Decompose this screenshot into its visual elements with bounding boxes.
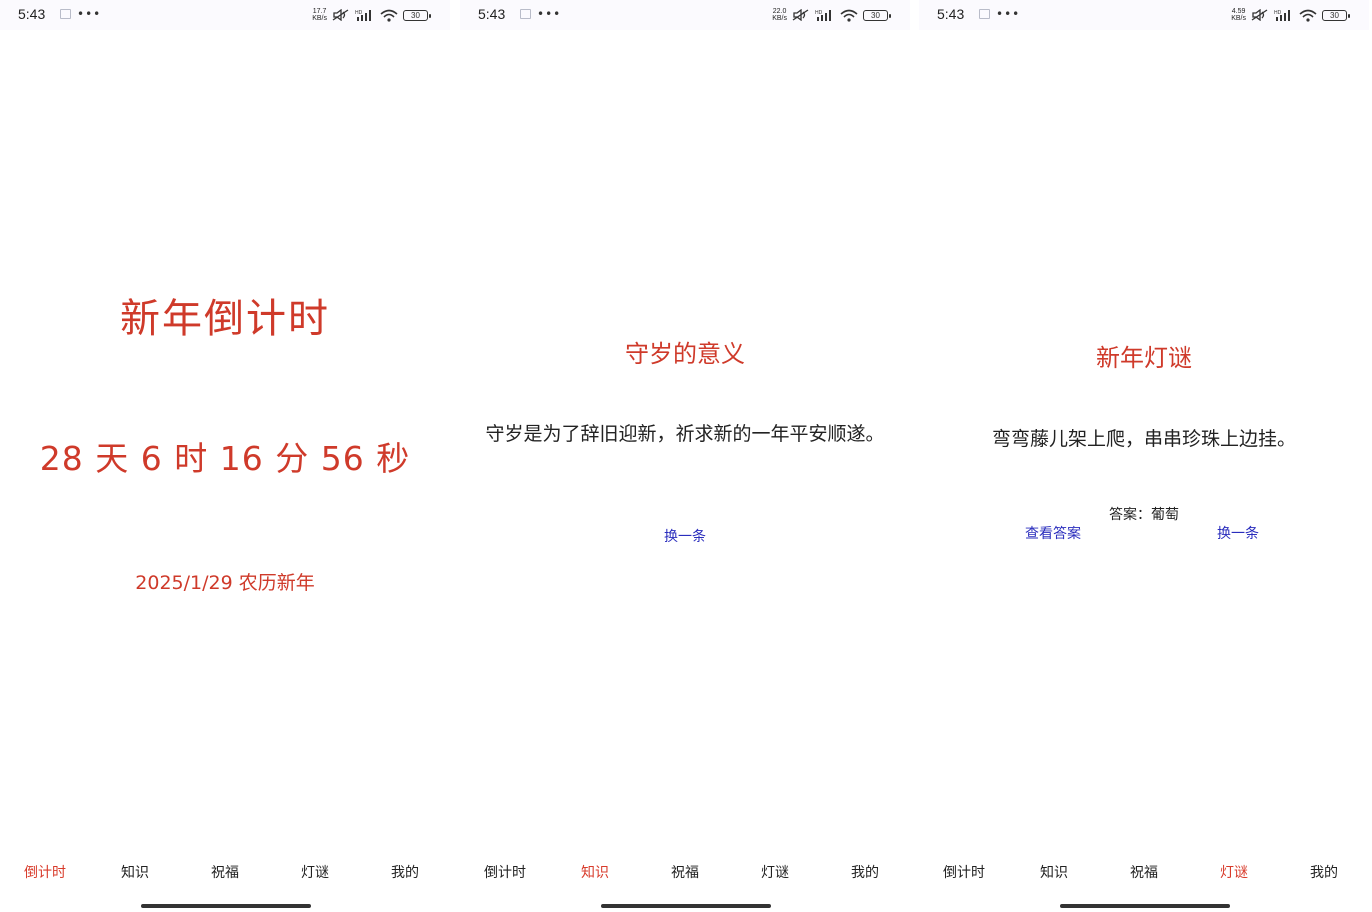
knowledge-text: 守岁是为了辞旧迎新，祈求新的一年平安顺遂。 [485, 423, 885, 445]
sim-icon [60, 9, 71, 19]
network-speed: 17.7 KB/s [312, 8, 327, 22]
tab-blessing[interactable]: 祝福 [1099, 862, 1189, 886]
mute-icon [332, 9, 349, 21]
bottom-nav: 倒计时 知识 祝福 灯谜 我的 [0, 862, 450, 886]
battery-icon: 30 [403, 9, 431, 21]
tab-knowledge[interactable]: 知识 [90, 862, 180, 886]
tab-countdown[interactable]: 倒计时 [460, 862, 550, 886]
screenshot-collage: 5:43 ••• 17.7 KB/s HD 30 新年倒计时 28 天 6 时 … [0, 0, 1372, 912]
tab-riddle[interactable]: 灯谜 [1189, 862, 1279, 886]
home-indicator[interactable] [1060, 904, 1230, 908]
tab-knowledge[interactable]: 知识 [1009, 862, 1099, 886]
bottom-nav: 倒计时 知识 祝福 灯谜 我的 [460, 862, 910, 886]
signal-icon: HD [815, 10, 831, 21]
home-indicator[interactable] [141, 904, 311, 908]
tab-countdown[interactable]: 倒计时 [0, 862, 90, 886]
riddle-answer: 答案：葡萄 [1109, 507, 1179, 523]
home-indicator[interactable] [601, 904, 771, 908]
network-speed: 4.59 KB/s [1231, 8, 1246, 22]
status-bar: 5:43 ••• 4.59 KB/s HD 30 [919, 0, 1369, 30]
battery-icon: 30 [863, 9, 891, 21]
tab-countdown[interactable]: 倒计时 [919, 862, 1009, 886]
signal-icon: HD [1274, 10, 1290, 21]
knowledge-screen: 5:43 ••• 22.0 KB/s HD 30 守岁的意义 守岁是为了辞旧迎新… [460, 0, 910, 912]
bottom-nav: 倒计时 知识 祝福 灯谜 我的 [919, 862, 1369, 886]
tab-mine[interactable]: 我的 [820, 862, 910, 886]
tab-blessing[interactable]: 祝福 [180, 862, 270, 886]
page-title: 新年灯谜 [1096, 344, 1192, 372]
tab-blessing[interactable]: 祝福 [640, 862, 730, 886]
status-time: 5:43 [937, 6, 965, 22]
tab-knowledge[interactable]: 知识 [550, 862, 640, 886]
status-bar: 5:43 ••• 17.7 KB/s HD 30 [0, 0, 450, 30]
change-item-button[interactable]: 换一条 [1217, 523, 1259, 543]
mute-icon [792, 9, 809, 21]
wifi-icon [840, 9, 858, 22]
wifi-icon [380, 9, 398, 22]
status-time: 5:43 [478, 6, 506, 22]
status-time: 5:43 [18, 6, 46, 22]
show-answer-button[interactable]: 查看答案 [1025, 523, 1081, 543]
riddle-screen: 5:43 ••• 4.59 KB/s HD 30 新年灯谜 弯弯藤儿架上爬，串串… [919, 0, 1369, 912]
more-dots-icon: ••• [996, 7, 1021, 21]
page-title: 新年倒计时 [120, 296, 330, 342]
mute-icon [1251, 9, 1268, 21]
page-title: 守岁的意义 [625, 340, 745, 368]
sim-icon [520, 9, 531, 19]
countdown-value: 28 天 6 时 16 分 56 秒 [39, 439, 411, 478]
tab-riddle[interactable]: 灯谜 [730, 862, 820, 886]
countdown-screen: 5:43 ••• 17.7 KB/s HD 30 新年倒计时 28 天 6 时 … [0, 0, 450, 912]
change-item-button[interactable]: 换一条 [664, 529, 706, 545]
new-year-date: 2025/1/29 农历新年 [135, 572, 315, 594]
network-speed: 22.0 KB/s [772, 8, 787, 22]
tab-mine[interactable]: 我的 [360, 862, 450, 886]
sim-icon [979, 9, 990, 19]
battery-icon: 30 [1322, 9, 1350, 21]
more-dots-icon: ••• [537, 7, 562, 21]
signal-icon: HD [355, 10, 371, 21]
status-bar: 5:43 ••• 22.0 KB/s HD 30 [460, 0, 910, 30]
riddle-text: 弯弯藤儿架上爬，串串珍珠上边挂。 [991, 428, 1296, 450]
tab-riddle[interactable]: 灯谜 [270, 862, 360, 886]
more-dots-icon: ••• [77, 7, 102, 21]
wifi-icon [1299, 9, 1317, 22]
tab-mine[interactable]: 我的 [1279, 862, 1369, 886]
